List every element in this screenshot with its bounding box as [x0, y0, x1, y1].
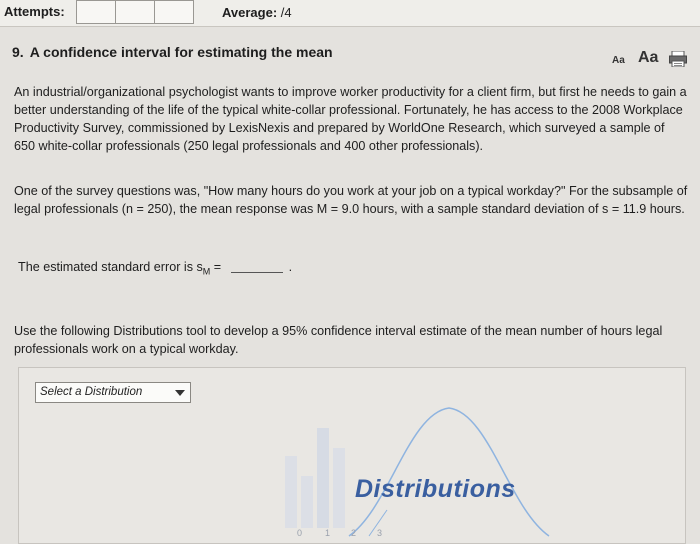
preview-bar: [285, 456, 297, 528]
increase-font-button[interactable]: Aa: [638, 49, 658, 67]
attempt-boxes: [76, 0, 194, 24]
axis-tick-3: 3: [377, 528, 382, 538]
question-title: 9. A confidence interval for estimating t…: [12, 44, 333, 60]
distribution-select-placeholder: Select a Distribution: [40, 386, 143, 398]
distribution-select[interactable]: Select a Distribution: [35, 382, 191, 403]
standard-error-equals: =: [210, 260, 222, 274]
preview-bar: [317, 428, 329, 528]
standard-error-prompt: The estimated standard error is sM = .: [18, 260, 292, 277]
axis-tick-1: 1: [325, 528, 330, 538]
problem-paragraph-intro: An industrial/organizational psychologis…: [14, 85, 687, 153]
preview-curve: [348, 407, 550, 537]
standard-error-period: .: [288, 260, 293, 274]
attempts-label: Attempts:: [4, 4, 65, 19]
standard-error-text: The estimated standard error is s: [18, 260, 203, 274]
question-title-text: A confidence interval for estimating the…: [29, 44, 333, 60]
question-number: 9.: [12, 44, 24, 60]
axis-tick-0: 0: [297, 528, 302, 538]
chevron-down-icon: [175, 390, 185, 396]
average-label: Average: /4: [222, 5, 292, 20]
standard-error-answer-blank[interactable]: [230, 272, 283, 273]
preview-bar: [301, 476, 313, 528]
print-icon[interactable]: [669, 51, 687, 67]
distributions-logo: Distributions: [355, 475, 516, 503]
attempt-slot: [76, 0, 116, 24]
decrease-font-button[interactable]: Aa: [612, 55, 625, 66]
tool-instructions: Use the following Distributions tool to …: [14, 324, 663, 356]
preview-bar: [333, 448, 345, 528]
attempt-slot: [154, 0, 194, 24]
distributions-tool[interactable]: 0 1 2 3 Select a Distribution Distributi…: [18, 367, 686, 544]
average-value: /4: [280, 5, 292, 20]
header-bar: Attempts: Average: /4: [0, 0, 700, 27]
attempt-slot: [115, 0, 155, 24]
average-label-text: Average:: [222, 5, 278, 20]
problem-paragraph-data: One of the survey questions was, "How ma…: [14, 184, 688, 216]
axis-tick-2: 2: [351, 528, 356, 538]
